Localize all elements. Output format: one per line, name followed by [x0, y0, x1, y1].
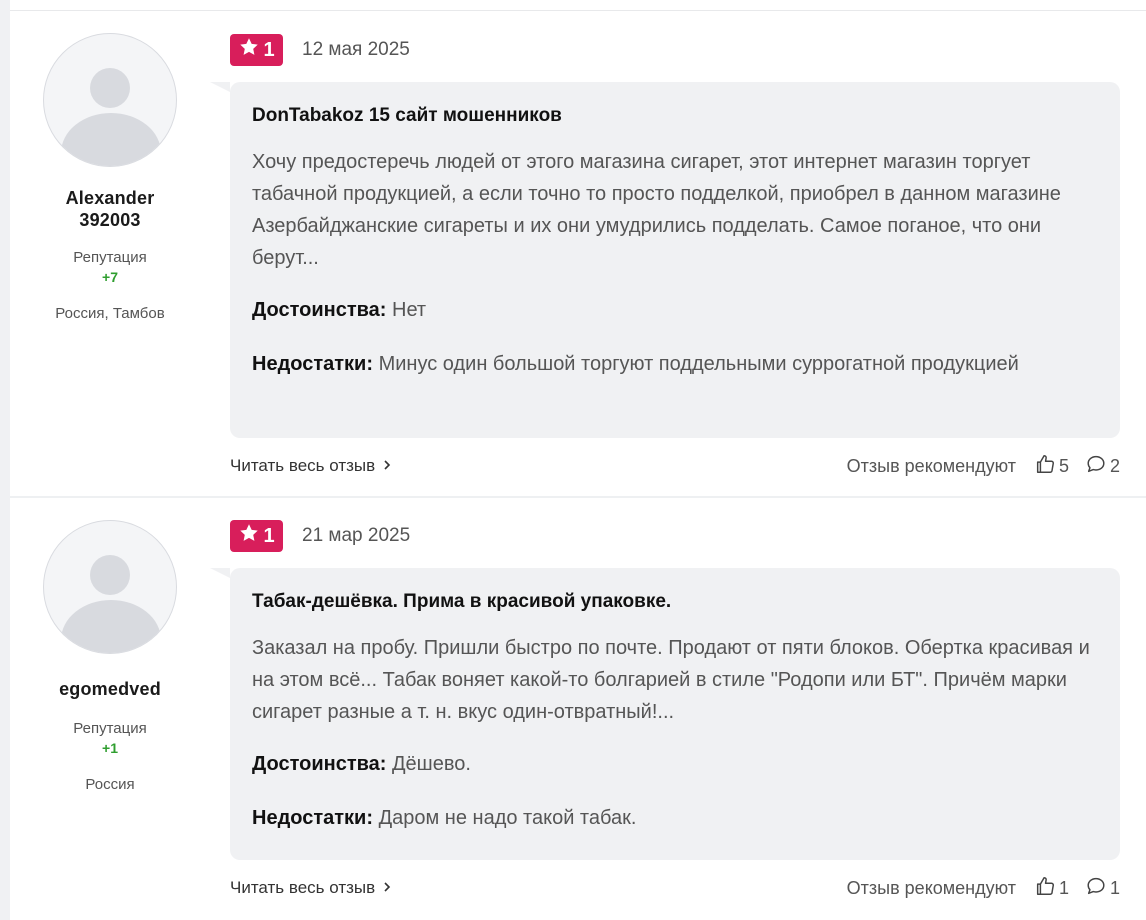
star-icon [238, 36, 260, 64]
thumbs-up-icon [1034, 875, 1056, 902]
review-date: 21 мар 2025 [302, 525, 411, 546]
rating-value: 1 [263, 524, 275, 547]
chevron-right-icon [381, 878, 393, 898]
star-icon [238, 522, 260, 550]
reputation-label: Репутация [73, 249, 147, 266]
author-name-line1: egomedved [59, 679, 161, 699]
cons-text: Минус один большой торгуют поддельными с… [378, 353, 1019, 375]
review-card: DonTabakoz 15 сайт мошенников Хочу предо… [210, 82, 1120, 438]
review-text: Заказал на пробу. Пришли быстро по почте… [252, 637, 1090, 723]
likes-count: 5 [1058, 455, 1069, 476]
author-location: Россия, Тамбов [55, 305, 165, 322]
pros-text: Нет [392, 299, 427, 321]
author-name[interactable]: egomedved [10, 678, 210, 700]
review-title[interactable]: DonTabakoz 15 сайт мошенников [252, 104, 1098, 128]
rating-value: 1 [263, 38, 275, 61]
review-card: Табак-дешёвка. Прима в красивой упаковке… [210, 568, 1120, 860]
pros-label: Достоинства: [252, 753, 387, 775]
cons-label: Недостатки: [252, 807, 374, 829]
rating-badge: 1 [230, 520, 283, 552]
likes-count: 1 [1058, 877, 1069, 898]
review-item: egomedved Репутация +1 Россия 1 21 мар 2… [10, 496, 1146, 916]
avatar[interactable] [43, 520, 177, 654]
pros-text: Дёшево. [392, 753, 471, 775]
review-author: Alexander 392003 Репутация +7 Россия, Та… [10, 33, 210, 322]
author-name-line2: 392003 [79, 210, 141, 230]
rating-badge: 1 [230, 34, 283, 66]
review-footer: Читать весь отзыв Отзыв рекомендуют 5 2 [230, 454, 1120, 478]
review-title[interactable]: Табак-дешёвка. Прима в красивой упаковке… [252, 590, 1098, 614]
review-stats: Отзыв рекомендуют 5 2 [847, 453, 1120, 480]
author-name[interactable]: Alexander 392003 [10, 187, 210, 231]
review-stats: Отзыв рекомендуют 1 1 [847, 875, 1120, 902]
cons-text: Даром не надо такой табак. [378, 807, 637, 829]
like-button[interactable]: 1 [1034, 875, 1069, 902]
reputation-label: Репутация [73, 720, 147, 737]
reputation-value: +1 [102, 740, 118, 756]
read-more-link[interactable]: Читать весь отзыв [230, 456, 393, 476]
recommend-label: Отзыв рекомендуют [846, 455, 1016, 476]
pros-label: Достоинства: [252, 299, 387, 321]
review-cons: Недостатки: Даром не надо такой табак. [252, 802, 1098, 834]
reputation-value: +7 [102, 269, 118, 285]
read-more-label: Читать весь отзыв [230, 456, 376, 475]
thumbs-up-icon [1034, 453, 1056, 480]
review-pros: Достоинства: Нет [252, 294, 1098, 326]
review-item: Alexander 392003 Репутация +7 Россия, Та… [10, 10, 1146, 496]
comment-bubble-icon [1085, 453, 1107, 480]
author-name-line1: Alexander [65, 188, 155, 208]
review-cons: Недостатки: Минус один большой торгуют п… [252, 348, 1098, 380]
author-location: Россия [85, 776, 135, 793]
comments-button[interactable]: 1 [1085, 875, 1120, 902]
recommend-label: Отзыв рекомендуют [846, 877, 1016, 898]
read-more-label: Читать весь отзыв [230, 878, 376, 897]
comments-button[interactable]: 2 [1085, 453, 1120, 480]
comments-count: 2 [1109, 455, 1120, 476]
review-date: 12 мая 2025 [302, 39, 410, 60]
comment-bubble-icon [1085, 875, 1107, 902]
review-pros: Достоинства: Дёшево. [252, 748, 1098, 780]
review-text: Хочу предостеречь людей от этого магазин… [252, 151, 1061, 269]
comments-count: 1 [1109, 877, 1120, 898]
review-footer: Читать весь отзыв Отзыв рекомендуют 1 1 [230, 876, 1120, 900]
avatar[interactable] [43, 33, 177, 167]
like-button[interactable]: 5 [1034, 453, 1069, 480]
review-author: egomedved Репутация +1 Россия [10, 520, 210, 793]
cons-label: Недостатки: [252, 353, 374, 375]
chevron-right-icon [381, 456, 393, 476]
read-more-link[interactable]: Читать весь отзыв [230, 878, 393, 898]
